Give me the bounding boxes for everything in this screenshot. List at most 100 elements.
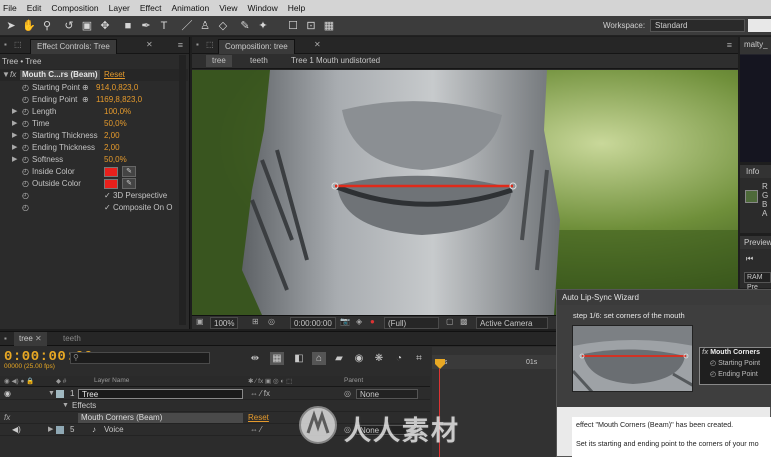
- tab-close-icon[interactable]: ✕: [314, 40, 321, 49]
- fx-icon[interactable]: fx: [4, 412, 10, 424]
- menu-edit[interactable]: Edit: [27, 3, 42, 13]
- motion-blur-icon[interactable]: ◉: [352, 352, 366, 365]
- region-of-interest-icon[interactable]: ▢: [446, 317, 454, 326]
- channel-icon[interactable]: ●: [370, 317, 375, 326]
- wizard-title[interactable]: Auto Lip-Sync Wizard: [557, 290, 771, 305]
- twisty-icon[interactable]: ▶: [12, 130, 17, 142]
- prop-value[interactable]: 1169,8,823,0: [96, 94, 142, 106]
- brush-tool-icon[interactable]: ／: [180, 19, 194, 33]
- stopwatch-icon[interactable]: ◴: [22, 166, 29, 178]
- layer-name-header[interactable]: Layer Name: [94, 377, 129, 384]
- snapshot-icon[interactable]: 📷: [340, 317, 350, 326]
- composite-checkbox[interactable]: ✓ Composite On O: [104, 202, 173, 214]
- menu-animation[interactable]: Animation: [171, 3, 209, 13]
- eraser-tool-icon[interactable]: ◇: [216, 19, 230, 33]
- roto-brush-tool-icon[interactable]: ✎: [238, 19, 252, 33]
- twisty-icon[interactable]: ▶: [12, 142, 17, 154]
- parent-pickwhip-icon[interactable]: ◎: [344, 388, 351, 400]
- parent-header[interactable]: Parent: [344, 377, 363, 384]
- live-update-icon[interactable]: ▦: [270, 352, 284, 365]
- project-tab-label[interactable]: malty_: [744, 40, 768, 49]
- ram-preview-select[interactable]: RAM Pre: [744, 272, 771, 291]
- panel-lock-icon[interactable]: ⬚: [14, 40, 22, 49]
- layer-name-field[interactable]: Tree: [78, 389, 243, 399]
- twisty-icon[interactable]: ▶: [12, 106, 17, 118]
- effect-name-field[interactable]: Mouth Corners (Beam): [78, 413, 243, 423]
- crosshair-icon[interactable]: ⊕: [82, 94, 89, 106]
- zoom-tool-icon[interactable]: ⚲: [40, 19, 54, 33]
- menu-layer[interactable]: Layer: [109, 3, 130, 13]
- hand-tool-icon[interactable]: ✋: [22, 19, 36, 33]
- twisty-icon[interactable]: ▶: [12, 118, 17, 130]
- prop-value[interactable]: 50,0%: [104, 154, 127, 166]
- menu-view[interactable]: View: [219, 3, 237, 13]
- workspace-select[interactable]: Standard: [650, 19, 745, 32]
- panel-lock-icon[interactable]: ⬚: [206, 40, 214, 49]
- wizard-fx-row[interactable]: fx Mouth Corners: [700, 348, 771, 358]
- prop-value[interactable]: 2,00: [104, 130, 120, 142]
- rotate-tool-icon[interactable]: ↺: [62, 19, 76, 33]
- layer-twisty-icon[interactable]: ▼: [48, 388, 55, 400]
- first-frame-icon[interactable]: ⏮: [746, 254, 753, 264]
- effect-reset-link[interactable]: Reset: [104, 69, 125, 81]
- layer-switch-icon[interactable]: ⇔ ⁄: [250, 424, 262, 436]
- transparency-grid-icon[interactable]: ▩: [460, 317, 468, 326]
- type-tool-icon[interactable]: T: [157, 19, 171, 33]
- prop-value[interactable]: 50,0%: [104, 118, 127, 130]
- layer-switch-icon[interactable]: ⇔ ⁄ fx: [250, 388, 270, 400]
- axis-world-icon[interactable]: ⊡: [304, 19, 318, 33]
- playhead-marker[interactable]: [435, 347, 445, 371]
- layer-twisty-icon[interactable]: ▶: [48, 424, 53, 436]
- clone-stamp-tool-icon[interactable]: ♙: [198, 19, 212, 33]
- selection-tool-icon[interactable]: ➤: [4, 19, 18, 33]
- parent-select[interactable]: None: [356, 389, 418, 399]
- prop-value[interactable]: 914,0,823,0: [96, 82, 138, 94]
- twisty-icon[interactable]: ▶: [12, 154, 17, 166]
- audio-icon[interactable]: ◀): [12, 424, 21, 436]
- mask-visibility-icon[interactable]: ◎: [268, 317, 275, 326]
- stopwatch-icon[interactable]: ◴: [22, 142, 29, 154]
- timeline-options-icon[interactable]: ⌗: [412, 352, 426, 365]
- timeline-search-input[interactable]: ⚲: [70, 352, 210, 364]
- menu-help[interactable]: Help: [288, 3, 305, 13]
- wizard-fx-row[interactable]: ◴ Ending Point: [700, 369, 771, 380]
- menu-window[interactable]: Window: [248, 3, 278, 13]
- inside-color-swatch[interactable]: [104, 167, 118, 177]
- eyedropper-icon[interactable]: ✎: [122, 178, 136, 189]
- frame-blending-icon[interactable]: ▰: [332, 352, 346, 365]
- show-snapshot-icon[interactable]: ◈: [356, 317, 362, 326]
- panel-menu-icon[interactable]: ≡: [727, 40, 732, 50]
- info-tab-label[interactable]: Info: [746, 167, 759, 176]
- stopwatch-icon[interactable]: ◴: [22, 118, 29, 130]
- prop-value[interactable]: 100,0%: [104, 106, 131, 118]
- effects-twisty-icon[interactable]: ▼: [62, 400, 69, 412]
- graph-editor-icon[interactable]: ◔: [392, 352, 406, 365]
- stopwatch-icon[interactable]: ◴: [22, 106, 29, 118]
- perspective-checkbox[interactable]: ✓ 3D Perspective: [104, 190, 167, 202]
- effect-controls-scrollbar[interactable]: [179, 55, 186, 325]
- menu-composition[interactable]: Composition: [51, 3, 98, 13]
- effect-name[interactable]: Mouth C...rs (Beam): [20, 70, 100, 80]
- visibility-eye-icon[interactable]: ◉: [4, 388, 11, 400]
- composition-viewer[interactable]: [192, 70, 738, 315]
- current-time-field[interactable]: 0:00:00:00: [290, 317, 336, 329]
- tab-effect-controls[interactable]: Effect Controls: Tree: [30, 39, 117, 54]
- search-help-input[interactable]: [748, 19, 771, 32]
- stopwatch-icon[interactable]: ◴: [22, 190, 29, 202]
- panel-menu-icon[interactable]: ≡: [178, 40, 183, 50]
- comp-mini-flowchart-icon[interactable]: ⇹: [248, 352, 262, 365]
- axis-view-icon[interactable]: ▦: [322, 19, 336, 33]
- axis-toggle-icon[interactable]: ☐: [286, 19, 300, 33]
- draft-3d-icon[interactable]: ◧: [292, 352, 306, 365]
- pan-behind-tool-icon[interactable]: ✥: [98, 19, 112, 33]
- resolution-select[interactable]: (Full): [384, 317, 439, 329]
- safe-zones-icon[interactable]: ⊞: [252, 317, 259, 326]
- stopwatch-icon[interactable]: ◴: [22, 94, 29, 106]
- puppet-tool-icon[interactable]: ✦: [256, 19, 270, 33]
- outside-color-swatch[interactable]: [104, 179, 118, 189]
- crumb-teeth[interactable]: teeth: [244, 55, 274, 67]
- eyedropper-icon[interactable]: ✎: [122, 166, 136, 177]
- menu-effect[interactable]: Effect: [140, 3, 162, 13]
- brainstorm-icon[interactable]: ❋: [372, 352, 386, 365]
- effect-twisty-icon[interactable]: ▼: [2, 69, 10, 81]
